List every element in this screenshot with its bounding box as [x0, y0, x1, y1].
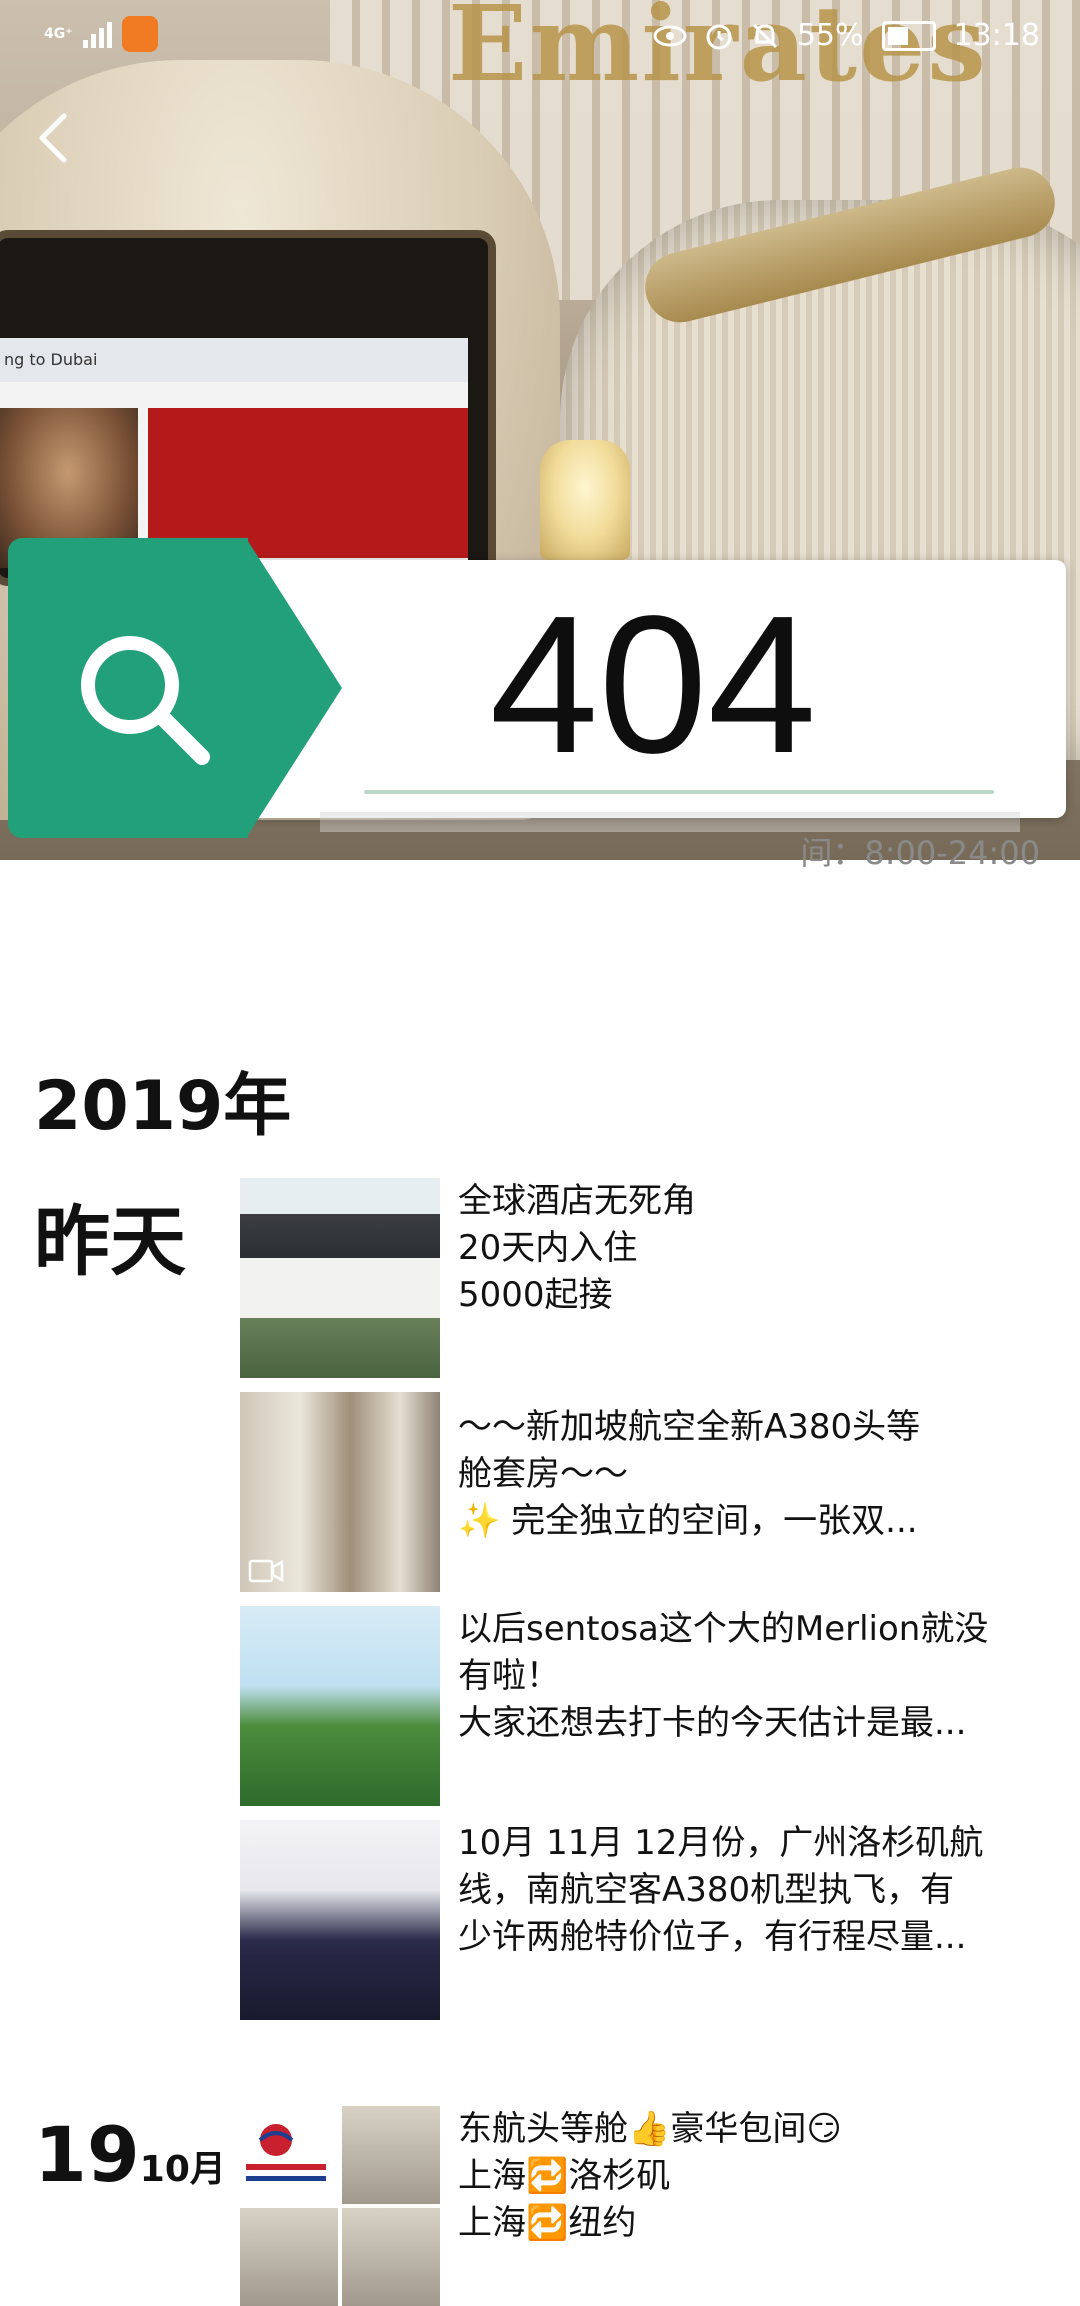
date-day: 19	[34, 2110, 140, 2199]
post-line: 有啦！	[458, 1656, 560, 1696]
error-code: 404	[489, 575, 817, 794]
eye-icon	[653, 25, 687, 46]
post-line: 少许两舱特价位子，有行程尽量...	[458, 1917, 967, 1957]
post-line: ✨ 完全独立的空间，一张双...	[458, 1501, 918, 1541]
date-label-19-oct: 1910月	[34, 2110, 226, 2199]
post-thumbnail[interactable]	[240, 1178, 440, 1378]
post-line: 以后sentosa这个大的Merlion就没	[458, 1609, 989, 1649]
signal-icon	[82, 20, 112, 48]
screen-promo-banner	[148, 408, 468, 558]
alarm-icon	[706, 24, 732, 49]
airline-logo-icon	[246, 2124, 326, 2181]
battery-icon	[881, 20, 936, 51]
post-text: 东航头等舱👍豪华包间😏 上海🔁洛杉矶 上海🔁纽约	[458, 2106, 1038, 2247]
video-icon	[248, 1559, 284, 1583]
mute-icon	[752, 23, 777, 48]
grid-photo	[342, 2208, 440, 2306]
battery-percent: 55%	[796, 18, 864, 53]
post-line: 舱套房～～	[458, 1454, 628, 1494]
search-tag-arrow	[246, 538, 342, 838]
error-progress-line	[364, 790, 994, 794]
post-line: 东航头等舱👍豪华包间😏	[458, 2109, 842, 2149]
post-thumbnail-grid[interactable]	[240, 2106, 440, 2306]
post-line: 大家还想去打卡的今天估计是最...	[458, 1703, 967, 1743]
post-text: ～～新加坡航空全新A380头等 舱套房～～ ✨ 完全独立的空间，一张双...	[458, 1392, 1038, 1545]
moment-post[interactable]: 10月 11月 12月份，广州洛杉矶航 线，南航空客A380机型执飞，有 少许两…	[240, 1820, 1040, 2020]
post-line: 全球酒店无死角	[458, 1181, 696, 1221]
post-thumbnail[interactable]	[240, 1392, 440, 1592]
status-bar: 4G⁺ 55% 13:18	[0, 0, 1080, 80]
post-line: 上海🔁洛杉矶	[458, 2156, 671, 2196]
moment-post[interactable]: 以后sentosa这个大的Merlion就没 有啦！ 大家还想去打卡的今天估计是…	[240, 1606, 1040, 1806]
grid-photo	[342, 2106, 440, 2204]
error-card: 404	[240, 560, 1066, 818]
moment-post[interactable]: 全球酒店无死角 20天内入住 5000起接	[240, 1178, 1040, 1378]
moment-post[interactable]: 东航头等舱👍豪华包间😏 上海🔁洛杉矶 上海🔁纽约	[240, 2106, 1040, 2306]
year-header: 2019年	[34, 1067, 292, 1146]
post-line: 线，南航空客A380机型执飞，有	[458, 1870, 955, 1910]
post-line: 20天内入住	[458, 1228, 638, 1268]
cabin-lamp	[540, 440, 630, 560]
post-line: ～～新加坡航空全新A380头等	[458, 1407, 921, 1447]
back-arrow-icon[interactable]	[30, 108, 76, 168]
search-tag	[8, 538, 342, 838]
post-text: 10月 11月 12月份，广州洛杉矶航 线，南航空客A380机型执飞，有 少许两…	[458, 1820, 1038, 1961]
entertainment-screen: ng to Dubai	[0, 230, 496, 586]
post-text: 全球酒店无死角 20天内入住 5000起接	[458, 1178, 1038, 1319]
post-thumbnail[interactable]	[240, 1606, 440, 1806]
post-thumbnail[interactable]	[240, 1820, 440, 2020]
search-icon	[81, 636, 210, 765]
moment-post[interactable]: ～～新加坡航空全新A380头等 舱套房～～ ✨ 完全独立的空间，一张双...	[240, 1392, 1040, 1592]
notification-app-icon	[121, 16, 158, 52]
network-type: 4G⁺	[44, 26, 73, 42]
clock: 13:18	[953, 18, 1040, 53]
china-eastern-logo	[240, 2106, 338, 2204]
post-line: 5000起接	[458, 1275, 613, 1315]
date-month: 10月	[139, 2149, 226, 2190]
screen-header-text: ng to Dubai	[0, 338, 468, 382]
post-text: 以后sentosa这个大的Merlion就没 有啦！ 大家还想去打卡的今天估计是…	[458, 1606, 1038, 1747]
date-label-yesterday: 昨天	[34, 1197, 186, 1286]
grid-photo	[240, 2208, 338, 2306]
post-line: 10月 11月 12月份，广州洛杉矶航	[458, 1823, 984, 1863]
screen-content: ng to Dubai	[0, 338, 468, 568]
service-hours: 间：8:00-24:00	[800, 834, 1040, 872]
